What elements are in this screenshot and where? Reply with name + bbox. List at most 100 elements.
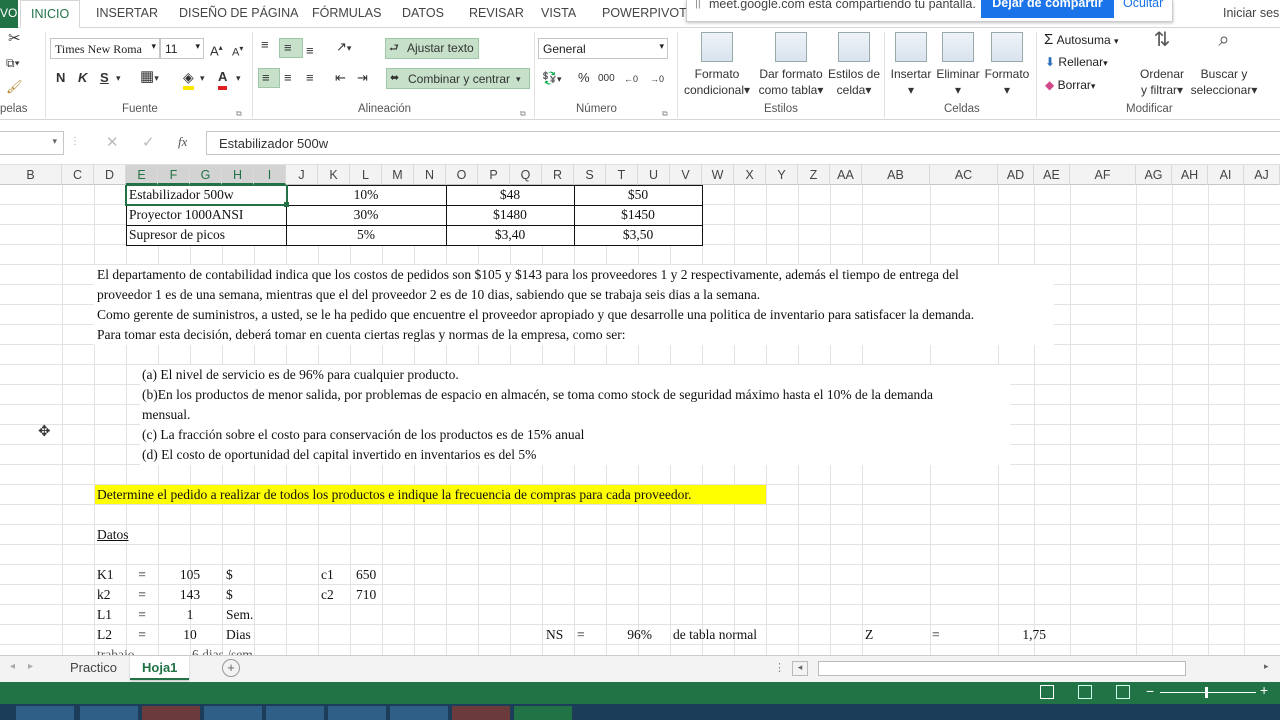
conditional-format-button[interactable]: Formato condicional▾ <box>680 32 754 98</box>
taskbar-app-icon[interactable] <box>266 706 324 720</box>
column-header[interactable]: P <box>478 165 510 185</box>
problem-text[interactable]: Como gerente de suministros, a usted, se… <box>97 305 974 325</box>
insert-cells-button[interactable]: Insertar ▾ <box>888 32 934 98</box>
table-cell[interactable]: $50 <box>574 185 702 205</box>
chevron-down-icon[interactable]: ▾ <box>516 70 521 88</box>
column-header[interactable]: AC <box>930 165 998 185</box>
rule-text[interactable]: (a) El nivel de servicio es de 96% para … <box>142 365 459 385</box>
partial-row-text[interactable]: trabajo <box>97 645 134 655</box>
datos-key[interactable]: L2 <box>97 625 112 645</box>
column-header[interactable]: L <box>350 165 382 185</box>
column-header[interactable]: AA <box>830 165 862 185</box>
font-name-select[interactable]: Times New Roma ▾ <box>50 38 160 59</box>
decrease-font-icon[interactable]: A▾ <box>232 40 243 62</box>
problem-text[interactable]: Para tomar esta decisión, deberá tomar e… <box>97 325 626 345</box>
column-header[interactable]: F <box>158 165 190 185</box>
sheet-tab-hoja1[interactable]: Hoja1 <box>130 656 190 680</box>
column-header[interactable]: AF <box>1070 165 1136 185</box>
format-as-table-button[interactable]: Dar formato como tabla▾ <box>755 32 827 98</box>
percent-style-icon[interactable]: % <box>578 69 590 87</box>
fill-button[interactable]: ⬇ Rellenar▾ <box>1045 55 1108 69</box>
datos-value[interactable]: 143 <box>158 585 222 605</box>
page-break-view-icon[interactable] <box>1116 685 1130 699</box>
number-format-select[interactable]: General ▾ <box>538 38 668 59</box>
tab-file[interactable]: VO <box>0 0 18 28</box>
accounting-format-icon[interactable]: 💱▾ <box>542 69 561 88</box>
autosum-button[interactable]: Σ Autosuma ▾ <box>1044 31 1119 48</box>
datos-eq[interactable]: = <box>126 585 158 605</box>
table-cell[interactable]: Proyector 1000ANSI <box>129 205 243 225</box>
c-key[interactable]: c1 <box>321 565 334 585</box>
column-header[interactable]: J <box>286 165 318 185</box>
align-center-icon[interactable]: ≡ <box>284 69 292 87</box>
delete-cells-button[interactable]: Eliminar ▾ <box>934 32 982 98</box>
datos-eq[interactable]: = <box>126 565 158 585</box>
format-cells-button[interactable]: Formato ▾ <box>982 32 1032 98</box>
zoom-in-icon[interactable]: + <box>1260 682 1268 698</box>
column-header[interactable]: T <box>606 165 638 185</box>
taskbar-chrome-icon[interactable] <box>142 706 200 720</box>
rule-text[interactable]: (d) El costo de oportunidad del capital … <box>142 445 536 465</box>
c-key[interactable]: c2 <box>321 585 334 605</box>
zoom-out-icon[interactable]: − <box>1146 683 1154 699</box>
comma-style-icon[interactable]: 000 <box>598 70 615 88</box>
tab-data[interactable]: DATOS <box>402 6 444 20</box>
chevron-down-icon[interactable]: ▾ <box>116 69 121 87</box>
column-header[interactable]: AG <box>1136 165 1172 185</box>
column-header[interactable]: S <box>574 165 606 185</box>
datos-key[interactable]: L1 <box>97 605 112 625</box>
taskbar-chrome-icon[interactable] <box>452 706 510 720</box>
sheet-grid[interactable]: Estabilizador 500w 10% $48 $50 Proyector… <box>0 185 1280 655</box>
orientation-icon[interactable]: ↗▾ <box>336 38 351 57</box>
formula-input[interactable]: Estabilizador 500w <box>206 131 1280 155</box>
column-header[interactable]: O <box>446 165 478 185</box>
bold-button[interactable]: N <box>56 69 65 87</box>
confirm-entry-icon[interactable]: ✓ <box>142 133 155 151</box>
datos-value[interactable]: 105 <box>158 565 222 585</box>
tab-review[interactable]: REVISAR <box>469 6 524 20</box>
increase-indent-icon[interactable]: ⇥ <box>357 69 368 87</box>
table-cell[interactable]: 10% <box>286 185 446 205</box>
column-header[interactable]: R <box>542 165 574 185</box>
rule-text[interactable]: (c) La fracción sobre el costo para cons… <box>142 425 584 445</box>
cancel-entry-icon[interactable]: ✕ <box>106 133 119 151</box>
add-sheet-icon[interactable]: + <box>222 659 240 677</box>
z-key[interactable]: Z <box>865 625 873 645</box>
column-header[interactable]: E <box>126 165 158 185</box>
table-cell[interactable]: $48 <box>446 185 574 205</box>
z-value[interactable]: 1,75 <box>998 625 1046 645</box>
datos-eq[interactable]: = <box>126 625 158 645</box>
stop-sharing-button[interactable]: Dejar de compartir <box>981 0 1114 18</box>
tab-home[interactable]: INICIO <box>20 0 81 28</box>
align-middle-icon[interactable]: ≡ <box>284 39 292 57</box>
copy-icon[interactable]: ⧉▾ <box>6 54 20 72</box>
next-sheet-icon[interactable]: ▸ <box>28 661 33 672</box>
scroll-right-icon[interactable]: ▸ <box>1264 661 1278 676</box>
datos-value[interactable]: 10 <box>158 625 222 645</box>
prev-sheet-icon[interactable]: ◂ <box>10 661 15 672</box>
datos-key[interactable]: k2 <box>97 585 111 605</box>
column-header[interactable]: C <box>62 165 94 185</box>
increase-decimal-icon[interactable]: ←0 <box>624 70 638 88</box>
datos-unit[interactable]: $ <box>226 565 233 585</box>
column-header[interactable]: AB <box>862 165 930 185</box>
horizontal-scrollbar[interactable] <box>818 661 1186 676</box>
decrease-indent-icon[interactable]: ⇤ <box>335 69 346 87</box>
align-left-icon[interactable]: ≡ <box>262 69 270 87</box>
tab-formulas[interactable]: FÓRMULAS <box>312 6 381 20</box>
align-top-icon[interactable]: ≡ <box>261 36 269 54</box>
column-header[interactable]: D <box>94 165 126 185</box>
chevron-down-icon[interactable]: ▾ <box>236 69 241 87</box>
z-eq[interactable]: = <box>932 625 940 645</box>
fill-color-icon[interactable]: ◈ <box>183 68 194 90</box>
page-layout-view-icon[interactable] <box>1078 685 1092 699</box>
splitter-handle-icon[interactable]: ⋮ <box>774 661 785 674</box>
cell-styles-button[interactable]: Estilos de celda▾ <box>826 32 882 98</box>
c-value[interactable]: 650 <box>356 565 376 585</box>
datos-value[interactable]: 1 <box>158 605 222 625</box>
column-header[interactable]: K <box>318 165 350 185</box>
taskbar-app-icon[interactable] <box>204 706 262 720</box>
font-dialog-launcher-icon[interactable]: ⧉ <box>236 105 242 123</box>
ns-value[interactable]: 96% <box>606 625 670 645</box>
column-header[interactable]: Q <box>510 165 542 185</box>
